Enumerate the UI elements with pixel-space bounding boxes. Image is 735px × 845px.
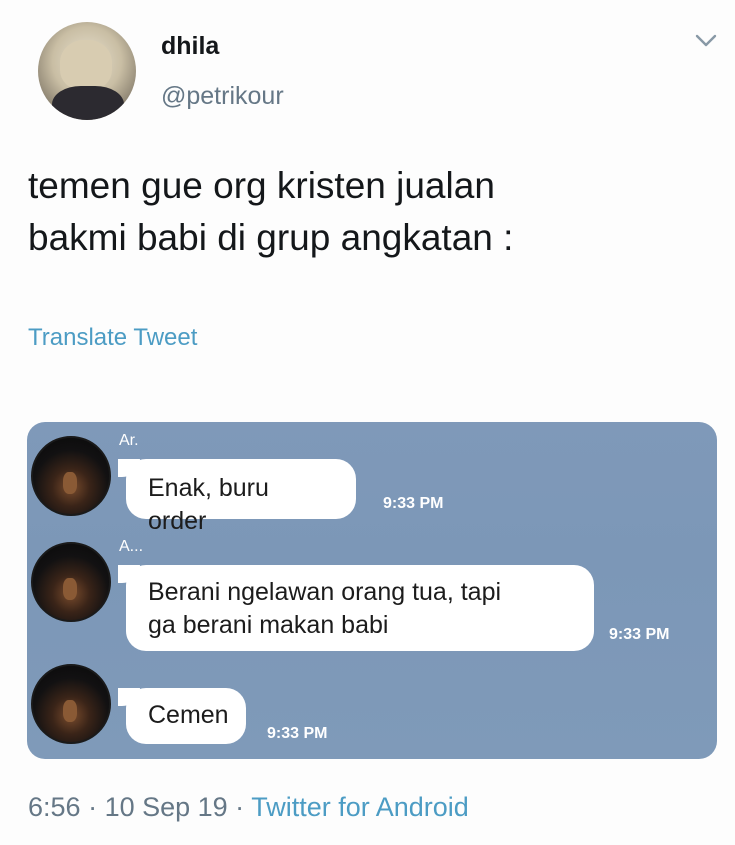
tweet-text-line: bakmi babi di grup angkatan : (28, 217, 514, 258)
tweet-source-link[interactable]: Twitter for Android (251, 792, 469, 822)
tweet-media-chat-screenshot[interactable]: Ar. Enak, buru order 9:33 PM A... Berani… (27, 422, 717, 759)
chat-message-bubble: Berani ngelawan orang tua, tapi ga beran… (118, 565, 594, 651)
chat-message-bubble: Enak, buru order (118, 459, 356, 535)
tweet-text-line: temen gue org kristen jualan (28, 165, 495, 206)
user-handle[interactable]: @petrikour (161, 82, 284, 111)
tweet-date[interactable]: 10 Sep 19 (105, 792, 228, 822)
avatar-cat-body (52, 86, 124, 120)
chat-sender-name: Ar. (119, 432, 139, 449)
chat-timestamp: 9:33 PM (267, 725, 328, 742)
meta-separator: · (227, 792, 252, 822)
chat-avatar (31, 542, 111, 622)
chat-message-text: ga berani makan babi (148, 611, 389, 639)
chevron-down-icon[interactable] (694, 32, 718, 50)
tweet-text: temen gue org kristen jualan bakmi babi … (28, 160, 708, 264)
chat-avatar (31, 436, 111, 516)
chat-avatar (31, 664, 111, 744)
chat-message-text: Cemen (148, 701, 229, 729)
chat-message-bubble: Cemen (118, 688, 246, 744)
chat-message-text: Enak, buru order (148, 474, 269, 535)
chat-sender-name: A... (119, 538, 144, 555)
avatar[interactable] (38, 22, 136, 120)
translate-tweet-link[interactable]: Translate Tweet (28, 324, 197, 352)
chat-timestamp: 9:33 PM (383, 495, 444, 512)
meta-separator: · (80, 792, 105, 822)
chat-message-text: Berani ngelawan orang tua, tapi (148, 578, 502, 606)
avatar-cat-head (60, 40, 112, 90)
tweet-metadata: 6:56 · 10 Sep 19 · Twitter for Android (28, 792, 469, 823)
display-name[interactable]: dhila (161, 32, 219, 61)
tweet-time[interactable]: 6:56 (28, 792, 81, 822)
chat-timestamp: 9:33 PM (609, 626, 670, 643)
